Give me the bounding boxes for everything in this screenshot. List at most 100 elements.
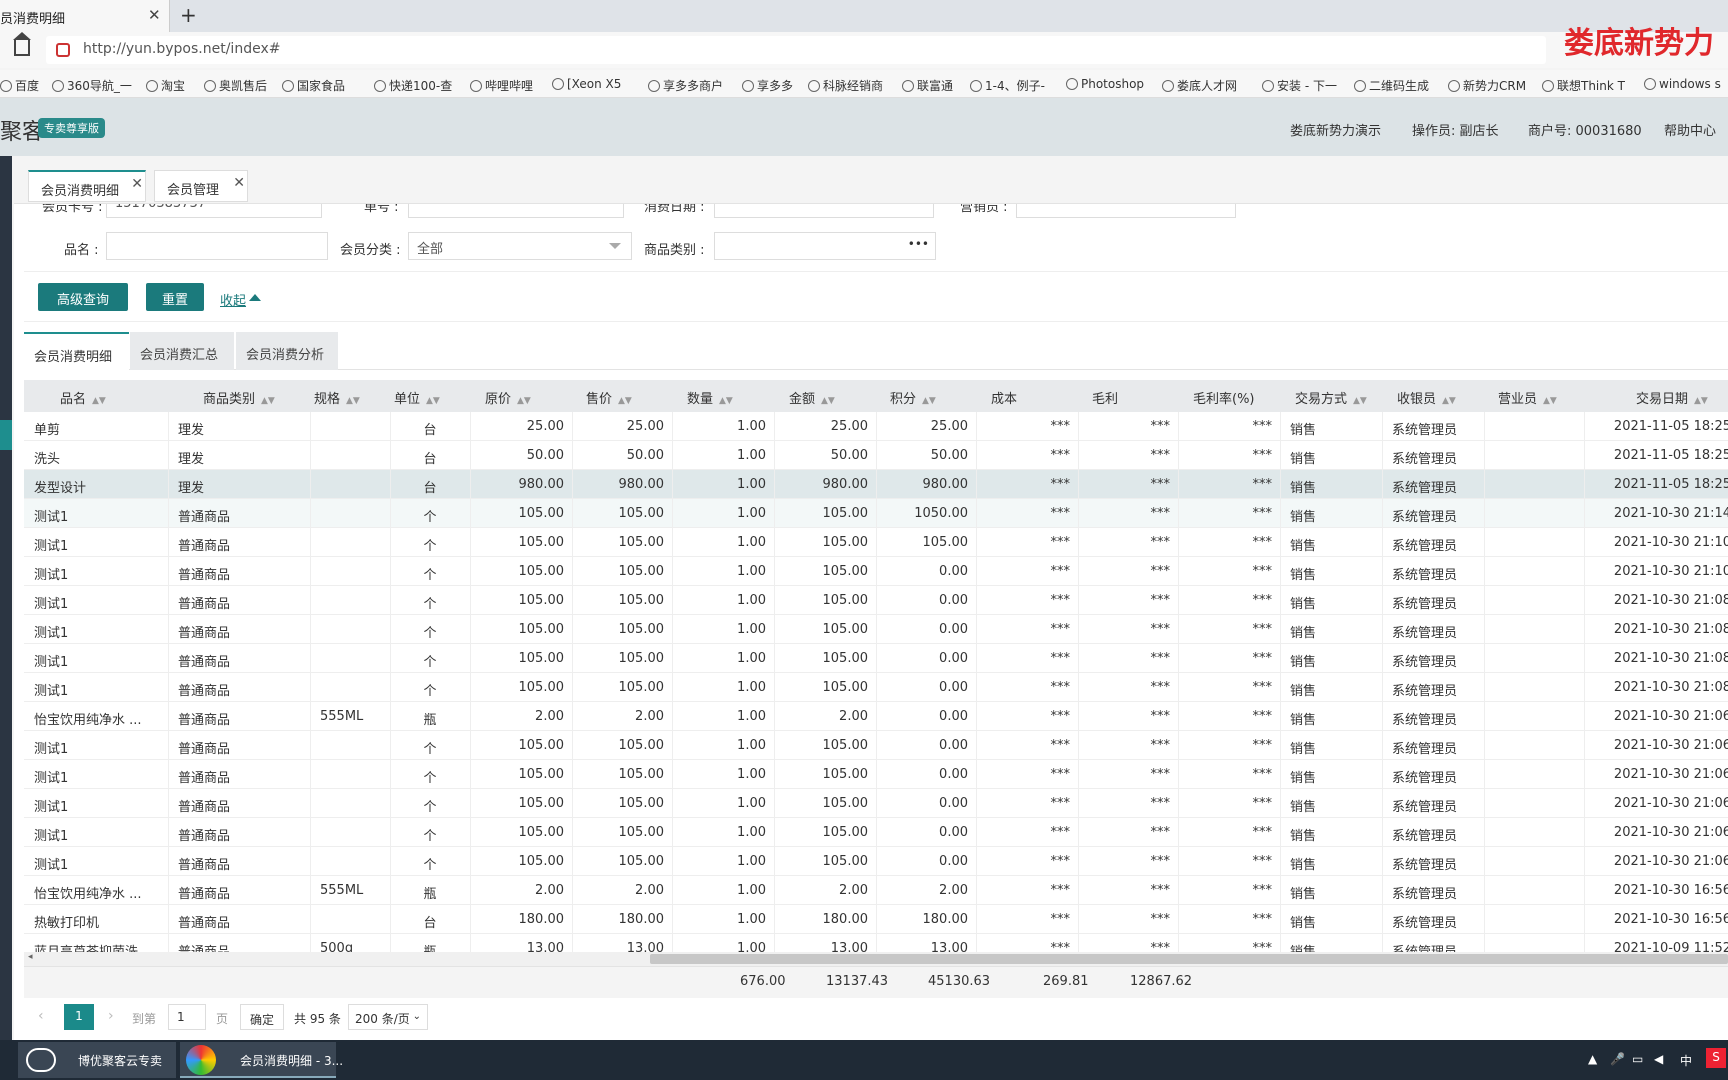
bookmark-item[interactable]: 哔哩哔哩: [470, 77, 533, 94]
sort-icon[interactable]: ▲▼: [261, 396, 275, 406]
sort-icon[interactable]: ▲▼: [92, 396, 106, 406]
table-cell: 系统管理员: [1392, 742, 1458, 757]
tab-member-management[interactable]: 会员管理 ✕: [154, 170, 248, 202]
close-icon[interactable]: ✕: [148, 6, 161, 24]
bookmark-item[interactable]: 奥凯售后: [204, 77, 267, 94]
scroll-left-arrow-icon[interactable]: ◂: [28, 952, 33, 962]
sort-icon[interactable]: ▲▼: [1442, 396, 1456, 406]
column-header[interactable]: 积分 ▲▼: [890, 388, 936, 407]
bookmark-item[interactable]: 联想Think T: [1542, 77, 1625, 94]
sort-icon[interactable]: ▲▼: [821, 396, 835, 406]
subtab-analysis[interactable]: 会员消费分析: [236, 332, 338, 370]
sort-icon[interactable]: ▲▼: [346, 396, 360, 406]
column-header[interactable]: 品名 ▲▼: [60, 388, 106, 407]
column-header[interactable]: 营业员 ▲▼: [1498, 388, 1557, 407]
bookmark-item[interactable]: 安装 - 下一: [1262, 77, 1337, 94]
collapse-link[interactable]: 收起: [220, 290, 246, 309]
column-header[interactable]: 原价 ▲▼: [485, 388, 531, 407]
close-icon[interactable]: ✕: [233, 175, 245, 191]
sort-icon[interactable]: ▲▼: [1694, 396, 1708, 406]
network-icon[interactable]: ▭: [1632, 1052, 1643, 1066]
advanced-search-button[interactable]: 高级查询: [38, 283, 128, 311]
salesman-input[interactable]: [1016, 204, 1236, 218]
bookmark-item[interactable]: 1-4、例子-: [970, 77, 1045, 94]
column-header[interactable]: 数量 ▲▼: [687, 388, 733, 407]
more-icon[interactable]: •••: [908, 237, 929, 251]
scrollbar-thumb[interactable]: [650, 954, 1728, 964]
security-icon[interactable]: [56, 43, 70, 57]
page-size-select[interactable]: 200 条/页 ⌄: [348, 1004, 428, 1030]
prev-page-icon[interactable]: ‹: [38, 1008, 44, 1034]
microphone-icon[interactable]: 🎤: [1610, 1052, 1625, 1066]
bookmark-item[interactable]: 享多多: [742, 77, 793, 94]
bookmark-item[interactable]: 百度: [0, 77, 39, 94]
bookmark-item[interactable]: 享多多商户: [648, 77, 723, 94]
sort-icon[interactable]: ▲▼: [426, 396, 440, 406]
bookmark-item[interactable]: 科脉经销商: [808, 77, 883, 94]
goto-label: 到第: [132, 1012, 157, 1026]
bookmark-item[interactable]: 新势力CRM: [1448, 77, 1526, 94]
consume-date-input[interactable]: [714, 204, 934, 218]
column-header[interactable]: 毛利率(%): [1193, 388, 1255, 407]
current-page-button[interactable]: 1: [64, 1004, 94, 1030]
column-header[interactable]: 毛利: [1092, 388, 1118, 407]
tray-expand-icon[interactable]: ▲: [1588, 1052, 1597, 1066]
bookmark-item[interactable]: [Xeon X5: [552, 77, 621, 91]
bookmark-item[interactable]: 联富通: [902, 77, 953, 94]
sort-icon[interactable]: ▲▼: [922, 396, 936, 406]
next-page-icon[interactable]: ›: [108, 1008, 114, 1034]
product-category-input[interactable]: •••: [714, 232, 936, 260]
column-header[interactable]: 商品类别 ▲▼: [203, 388, 275, 407]
sort-icon[interactable]: ▲▼: [1543, 396, 1557, 406]
bookmark-icon: [1448, 80, 1460, 92]
bookmark-item[interactable]: 360导航_一: [52, 77, 132, 94]
bookmark-item[interactable]: 国家食品: [282, 77, 345, 94]
column-header[interactable]: 收银员 ▲▼: [1397, 388, 1456, 407]
bookmark-item[interactable]: 二维码生成: [1354, 77, 1429, 94]
bookmark-item[interactable]: Photoshop: [1066, 77, 1144, 91]
sort-icon[interactable]: ▲▼: [618, 396, 632, 406]
column-header[interactable]: 交易日期 ▲▼: [1636, 388, 1708, 407]
bookmark-item[interactable]: 娄底人才网: [1162, 77, 1237, 94]
product-name-input[interactable]: [106, 232, 328, 260]
tab-member-consumption-detail[interactable]: 会员消费明细 ✕: [28, 170, 146, 202]
table-cell: 系统管理员: [1392, 539, 1458, 554]
subtab-detail[interactable]: 会员消费明细: [24, 332, 129, 370]
table-cell: 2021-10-30 21:06:48: [1613, 738, 1728, 753]
table-cell: 销售: [1290, 539, 1317, 554]
page-number-input[interactable]: 1: [168, 1004, 206, 1030]
bookmark-item[interactable]: 快递100-查: [374, 77, 452, 94]
store-name[interactable]: 娄底新势力演示: [1290, 120, 1381, 139]
column-header[interactable]: 售价 ▲▼: [586, 388, 632, 407]
browser-tab[interactable]: 员消费明细 ✕: [0, 0, 170, 32]
subtab-summary[interactable]: 会员消费汇总: [130, 332, 234, 370]
sort-icon[interactable]: ▲▼: [1353, 396, 1367, 406]
reset-button[interactable]: 重置: [146, 283, 204, 311]
operator-info[interactable]: 操作员: 副店长: [1412, 120, 1499, 139]
volume-icon[interactable]: ◀: [1654, 1052, 1663, 1066]
chevron-up-icon[interactable]: [249, 294, 261, 301]
member-type-select[interactable]: 全部: [408, 232, 632, 260]
bookmark-item[interactable]: windows s: [1644, 77, 1721, 91]
column-header[interactable]: 成本: [991, 388, 1017, 407]
order-no-input[interactable]: [408, 204, 624, 218]
home-icon[interactable]: [13, 32, 31, 56]
bookmark-item[interactable]: 淘宝: [146, 77, 185, 94]
member-card-input[interactable]: 15170383737: [106, 204, 322, 218]
column-header[interactable]: 金额 ▲▼: [789, 388, 835, 407]
confirm-page-button[interactable]: 确定: [240, 1004, 284, 1030]
ime-indicator[interactable]: 中: [1680, 1052, 1692, 1069]
column-header[interactable]: 规格 ▲▼: [314, 388, 360, 407]
column-header[interactable]: 交易方式 ▲▼: [1295, 388, 1367, 407]
sort-icon[interactable]: ▲▼: [517, 396, 531, 406]
sidebar-active-marker[interactable]: [0, 420, 12, 450]
close-icon[interactable]: ✕: [131, 176, 143, 192]
url-text[interactable]: http://yun.bypos.net/index#: [83, 41, 280, 57]
column-header[interactable]: 单位 ▲▼: [394, 388, 440, 407]
table-cell: 普通商品: [178, 684, 231, 699]
filter-row-1: 会员卡号 : 15170383737 单号 : 消费日期 : 营销员 :: [24, 204, 1728, 224]
ime-app-icon[interactable]: S: [1706, 1048, 1726, 1068]
sort-icon[interactable]: ▲▼: [719, 396, 733, 406]
help-center-link[interactable]: 帮助中心: [1664, 120, 1716, 139]
new-tab-icon[interactable]: +: [180, 3, 197, 27]
